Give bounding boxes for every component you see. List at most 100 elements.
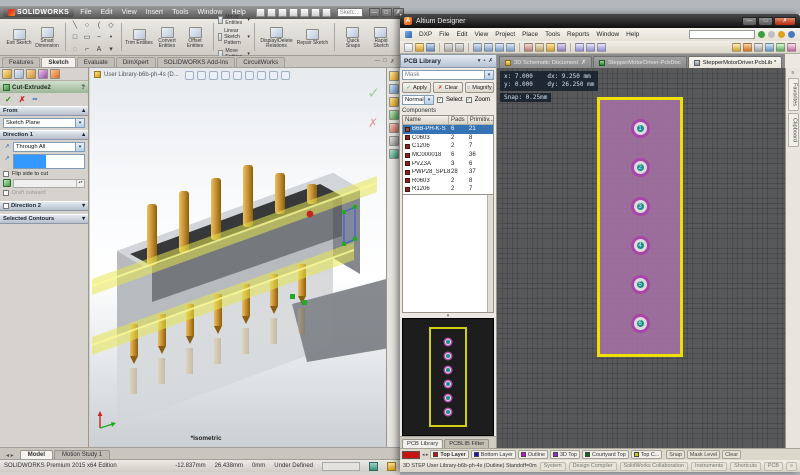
appearances-icon[interactable] <box>389 123 399 133</box>
save-icon[interactable] <box>278 8 287 17</box>
command-tab[interactable]: CircuitWorks <box>236 57 285 67</box>
solidworks-forum-icon[interactable] <box>389 149 399 159</box>
selected-contours-section-header[interactable]: Selected Contours ▾ <box>0 214 88 224</box>
dimxpertmanager-icon[interactable] <box>38 69 48 79</box>
print-icon[interactable] <box>444 43 453 52</box>
doc-tab-active[interactable]: StepperMotorDriver.PcbLib * <box>688 56 782 68</box>
split-buttons[interactable]: ≡ <box>792 70 795 76</box>
more-tools-icon[interactable]: ▾ <box>106 44 117 55</box>
redo-icon[interactable] <box>597 43 606 52</box>
menu-item[interactable]: Help <box>626 31 639 38</box>
doc-restore-icon[interactable]: □ <box>383 58 387 65</box>
panel-button[interactable]: PCB <box>764 462 783 471</box>
hide-show-icon[interactable] <box>257 71 266 80</box>
graphics-viewport[interactable]: User Library-b6b-ph-4s (D... ✓ ✗ <box>90 68 386 447</box>
command-tab[interactable]: Sketch <box>41 57 75 67</box>
select-icon[interactable] <box>557 43 566 52</box>
design-library-icon[interactable] <box>389 84 399 94</box>
expand-icon[interactable]: ▾ <box>82 216 85 222</box>
new-document-icon[interactable] <box>256 8 265 17</box>
select-checkbox[interactable]: ✓ <box>437 97 443 103</box>
component-row[interactable]: C1206 2 7 <box>403 142 493 151</box>
expand-icon[interactable]: ▾ <box>82 203 85 209</box>
direction-selection-box[interactable] <box>13 154 85 169</box>
doc-tab[interactable]: StepperMotorDriver-PcbDoc <box>593 56 687 68</box>
component-row[interactable]: R0603 2 8 <box>403 177 493 186</box>
ribbon-button[interactable]: Rapid Sketch <box>367 25 395 50</box>
ribbon-button[interactable]: Display/Delete Relations <box>258 25 294 50</box>
tab-scroll-arrows[interactable]: ◂ ▸ <box>6 452 14 459</box>
featuremanager-tree-icon[interactable] <box>2 69 12 79</box>
end-condition-dropdown[interactable]: Through All ▾ <box>13 142 85 152</box>
zoom-out-icon[interactable] <box>484 43 493 52</box>
circle-tool-icon[interactable]: ○ <box>82 20 93 31</box>
place-line-icon[interactable] <box>732 43 741 52</box>
search-box[interactable]: Sketc... <box>337 8 363 17</box>
restore-button[interactable]: □ <box>381 8 392 17</box>
flip-side-checkbox[interactable]: Flip side to cut <box>3 171 85 177</box>
zoom-fit-icon[interactable] <box>495 43 504 52</box>
panel-button[interactable]: Design Compiler <box>569 462 617 471</box>
reverse-direction-icon[interactable]: ↗ <box>3 142 11 150</box>
clipboard-tab[interactable]: Clipboard <box>788 113 799 147</box>
direction2-checkbox[interactable] <box>3 203 9 209</box>
component-row[interactable]: PWP28_SPL8.29 28 37 <box>403 168 493 177</box>
model-tab[interactable]: Motion Study 1 <box>54 450 110 459</box>
panel-button[interactable]: Shortcuts <box>730 462 761 471</box>
pcb-editor-canvas[interactable]: x: 7.000 dx: 9.250 mm y: 0.000 dy: 26.25… <box>497 68 785 448</box>
rectangle-tool-icon[interactable]: □ <box>70 32 81 43</box>
panel-dropdown-icon[interactable]: ▾ <box>478 58 481 64</box>
open-icon[interactable] <box>267 8 276 17</box>
pcb-pad[interactable]: 6 <box>634 317 647 330</box>
layer-bar-button[interactable]: Mask Level <box>687 450 720 459</box>
from-section-header[interactable]: From ▴ <box>0 106 88 116</box>
dropdown-arrow-icon[interactable]: ▾ <box>424 96 433 104</box>
panel-button[interactable]: System <box>540 462 566 471</box>
collapse-icon[interactable]: ▴ <box>82 132 85 138</box>
ribbon-button[interactable]: Convert Entities <box>153 25 181 50</box>
place-region-icon[interactable] <box>787 43 796 52</box>
settings-icon[interactable] <box>768 31 775 38</box>
new-icon[interactable] <box>404 43 413 52</box>
panel-tab[interactable]: PCBLIB Filter <box>444 439 489 448</box>
undo-icon[interactable] <box>586 43 595 52</box>
menu-item[interactable]: Window <box>596 31 619 38</box>
pcb-pad[interactable]: 5 <box>634 278 647 291</box>
polygon-tool-icon[interactable]: ◇ <box>106 20 117 31</box>
model-tab[interactable]: Model <box>20 450 53 459</box>
panel-tab[interactable]: PCB Library <box>402 439 443 448</box>
previous-view-icon[interactable] <box>209 71 218 80</box>
menu-item[interactable]: Insert <box>146 9 164 16</box>
scrollbar[interactable] <box>487 195 493 312</box>
ribbon-button[interactable]: Trim Entities <box>125 27 153 47</box>
search-input[interactable] <box>689 30 755 39</box>
panel-close-icon[interactable]: ✗ <box>488 58 493 64</box>
draft-angle-field[interactable]: ▴▾ <box>13 179 85 188</box>
custom-properties-icon[interactable] <box>389 136 399 146</box>
zoom-area-icon[interactable] <box>506 43 515 52</box>
view-palette-icon[interactable] <box>389 110 399 120</box>
component-row[interactable]: C0603 2 8 <box>403 134 493 143</box>
panel-button[interactable]: SolidWorks Collaboration <box>620 462 688 471</box>
layer-scroll-arrows[interactable]: ◂ ▸ <box>422 452 428 458</box>
pcb-pad[interactable]: 3 <box>634 200 647 213</box>
ribbon-button[interactable]: Smart Dimension <box>33 25 61 50</box>
file-explorer-icon[interactable] <box>389 97 399 107</box>
place-fill-icon[interactable] <box>776 43 785 52</box>
pcb-pad[interactable]: 4 <box>634 239 647 252</box>
spinner-arrows[interactable]: ▴▾ <box>76 180 84 187</box>
open-icon[interactable] <box>415 43 424 52</box>
apply-button[interactable]: ✓Apply <box>402 82 431 93</box>
menu-item[interactable]: Edit <box>101 9 113 16</box>
ellipse-tool-icon[interactable]: ◌ <box>70 44 81 55</box>
menu-item[interactable]: View <box>474 31 488 38</box>
place-pad-icon[interactable] <box>743 43 752 52</box>
footprint-preview[interactable] <box>402 318 494 436</box>
layer-tab[interactable]: Top C... <box>631 450 663 459</box>
layer-tab[interactable]: 3D Top <box>550 450 580 459</box>
cancel-button[interactable]: ✗ <box>19 95 26 104</box>
table-header[interactable]: Name Pads Primitiv... <box>403 116 493 125</box>
line-tool-icon[interactable]: ╲ <box>70 20 81 31</box>
layer-tab[interactable]: Courtyard Top <box>582 450 629 459</box>
favorites-tab[interactable]: Favorites <box>788 78 799 111</box>
